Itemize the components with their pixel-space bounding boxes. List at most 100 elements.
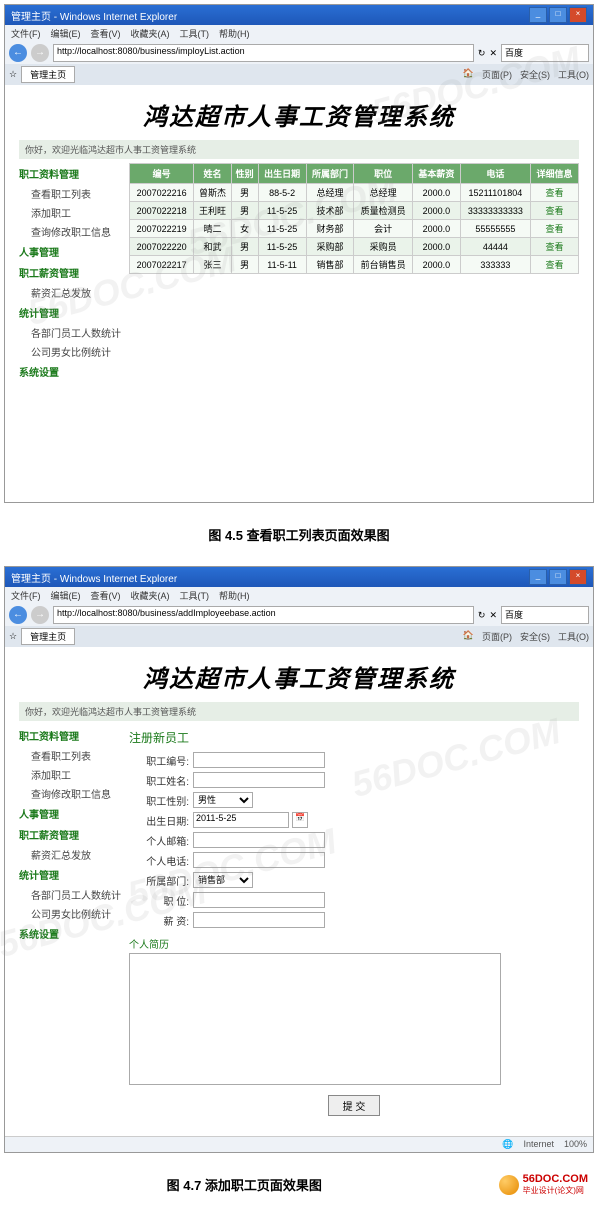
refresh-icon[interactable]: ↻ <box>478 610 486 621</box>
view-link[interactable]: 查看 <box>531 238 579 256</box>
input-email[interactable] <box>193 832 325 848</box>
sidebar-item-list[interactable]: 查看职工列表 <box>19 184 129 203</box>
view-link[interactable]: 查看 <box>531 220 579 238</box>
browser-tab[interactable]: 管理主页 <box>21 628 75 645</box>
footer-logo: 56DOC.COM 毕业设计(论文)网 <box>489 1169 598 1200</box>
home-icon[interactable]: 🏠 <box>463 68 474 81</box>
sidebar-head-profile[interactable]: 职工资料管理 <box>19 163 129 184</box>
url-input[interactable]: http://localhost:8080/business/imployLis… <box>53 44 474 62</box>
label-email: 个人邮箱: <box>129 833 193 848</box>
calendar-icon[interactable]: 📅 <box>292 812 308 828</box>
sidebar-head-hr[interactable]: 人事管理 <box>19 241 129 262</box>
browser-tab[interactable]: 管理主页 <box>21 66 75 83</box>
screenshot-employee-list: 56DOC.COM 56DOC.COM 56DOC.COM 管理主页 - Win… <box>4 4 594 503</box>
table-row: 2007022219晴二女11-5-25财务部会计2000.055555555查… <box>130 220 579 238</box>
menu-favorites[interactable]: 收藏夹(A) <box>131 27 170 40</box>
close-button[interactable]: × <box>569 7 587 23</box>
th-phone: 电话 <box>460 164 530 184</box>
forward-button[interactable]: → <box>31 44 49 62</box>
menu-tools[interactable]: 工具(T) <box>180 589 210 602</box>
th-position: 职位 <box>354 164 412 184</box>
minimize-button[interactable]: _ <box>529 7 547 23</box>
sidebar-item-salary-summary[interactable]: 薪资汇总发放 <box>19 845 129 864</box>
minimize-button[interactable]: _ <box>529 569 547 585</box>
menu-favorites[interactable]: 收藏夹(A) <box>131 589 170 602</box>
view-link[interactable]: 查看 <box>531 202 579 220</box>
sidebar-item-salary-summary[interactable]: 薪资汇总发放 <box>19 283 129 302</box>
menu-tools[interactable]: 工具(T) <box>180 27 210 40</box>
forward-button[interactable]: → <box>31 606 49 624</box>
main-area: 编号 姓名 性别 出生日期 所属部门 职位 基本薪资 电话 详细信息 20070… <box>129 163 579 382</box>
label-resume: 个人简历 <box>129 930 579 953</box>
view-link[interactable]: 查看 <box>531 184 579 202</box>
toolbar-safety[interactable]: 安全(S) <box>520 68 550 81</box>
back-button[interactable]: ← <box>9 44 27 62</box>
menu-help[interactable]: 帮助(H) <box>219 589 250 602</box>
input-salary[interactable] <box>193 912 325 928</box>
window-controls: _ □ × <box>529 569 587 585</box>
table-row: 2007022218王利旺男11-5-25技术部质量检测员2000.033333… <box>130 202 579 220</box>
maximize-button[interactable]: □ <box>549 569 567 585</box>
favorites-icon[interactable]: ☆ <box>9 631 17 642</box>
home-icon[interactable]: 🏠 <box>463 630 474 643</box>
toolbar-tools[interactable]: 工具(O) <box>558 630 589 643</box>
submit-button[interactable]: 提 交 <box>328 1095 381 1116</box>
sidebar-head-hr[interactable]: 人事管理 <box>19 803 129 824</box>
tab-bar: ☆ 管理主页 🏠 页面(P) 安全(S) 工具(O) <box>5 626 593 647</box>
status-bar: 🌐 Internet 100% <box>5 1136 593 1152</box>
sidebar-head-salary[interactable]: 职工薪资管理 <box>19 824 129 845</box>
table-row: 2007022217张三男11-5-11销售部前台销售员2000.0333333… <box>130 256 579 274</box>
sidebar-head-stats[interactable]: 统计管理 <box>19 302 129 323</box>
toolbar-page[interactable]: 页面(P) <box>482 68 512 81</box>
menu-edit[interactable]: 编辑(E) <box>51 27 81 40</box>
label-salary: 薪 资: <box>129 913 193 928</box>
sidebar-item-edit[interactable]: 查询修改职工信息 <box>19 222 129 241</box>
toolbar-tools[interactable]: 工具(O) <box>558 68 589 81</box>
sidebar-head-stats[interactable]: 统计管理 <box>19 864 129 885</box>
input-id[interactable] <box>193 752 325 768</box>
toolbar-safety[interactable]: 安全(S) <box>520 630 550 643</box>
maximize-button[interactable]: □ <box>549 7 567 23</box>
menu-view[interactable]: 查看(V) <box>91 27 121 40</box>
input-position[interactable] <box>193 892 325 908</box>
sidebar-head-settings[interactable]: 系统设置 <box>19 361 129 382</box>
window-controls: _ □ × <box>529 7 587 23</box>
th-gender: 性别 <box>231 164 258 184</box>
menu-file[interactable]: 文件(F) <box>11 27 41 40</box>
sidebar-head-settings[interactable]: 系统设置 <box>19 923 129 944</box>
sidebar-item-add[interactable]: 添加职工 <box>19 765 129 784</box>
sidebar-head-profile[interactable]: 职工资料管理 <box>19 725 129 746</box>
select-gender[interactable]: 男性 <box>193 792 253 808</box>
favorites-icon[interactable]: ☆ <box>9 69 17 80</box>
status-zoom[interactable]: 100% <box>564 1139 587 1150</box>
address-bar: ← → http://localhost:8080/business/addIm… <box>5 604 593 626</box>
input-birth[interactable]: 2011-5-25 <box>193 812 289 828</box>
close-button[interactable]: × <box>569 569 587 585</box>
sidebar-item-list[interactable]: 查看职工列表 <box>19 746 129 765</box>
menu-view[interactable]: 查看(V) <box>91 589 121 602</box>
url-input[interactable]: http://localhost:8080/business/addImploy… <box>53 606 474 624</box>
sidebar-item-gender-stats[interactable]: 公司男女比例统计 <box>19 904 129 923</box>
sidebar-item-dept-stats[interactable]: 各部门员工人数统计 <box>19 323 129 342</box>
textarea-resume[interactable] <box>129 953 501 1085</box>
stop-icon[interactable]: ✕ <box>489 610 497 621</box>
menu-file[interactable]: 文件(F) <box>11 589 41 602</box>
menu-edit[interactable]: 编辑(E) <box>51 589 81 602</box>
stop-icon[interactable]: ✕ <box>489 48 497 59</box>
refresh-icon[interactable]: ↻ <box>478 48 486 59</box>
search-input[interactable]: 百度 <box>501 606 589 624</box>
sidebar-item-add[interactable]: 添加职工 <box>19 203 129 222</box>
select-dept[interactable]: 销售部 <box>193 872 253 888</box>
input-phone[interactable] <box>193 852 325 868</box>
sidebar-item-gender-stats[interactable]: 公司男女比例统计 <box>19 342 129 361</box>
toolbar-page[interactable]: 页面(P) <box>482 630 512 643</box>
view-link[interactable]: 查看 <box>531 256 579 274</box>
menu-help[interactable]: 帮助(H) <box>219 27 250 40</box>
search-input[interactable]: 百度 <box>501 44 589 62</box>
menubar: 文件(F) 编辑(E) 查看(V) 收藏夹(A) 工具(T) 帮助(H) <box>5 587 593 604</box>
input-name[interactable] <box>193 772 325 788</box>
sidebar-head-salary[interactable]: 职工薪资管理 <box>19 262 129 283</box>
th-name: 姓名 <box>194 164 231 184</box>
sidebar-item-edit[interactable]: 查询修改职工信息 <box>19 784 129 803</box>
back-button[interactable]: ← <box>9 606 27 624</box>
